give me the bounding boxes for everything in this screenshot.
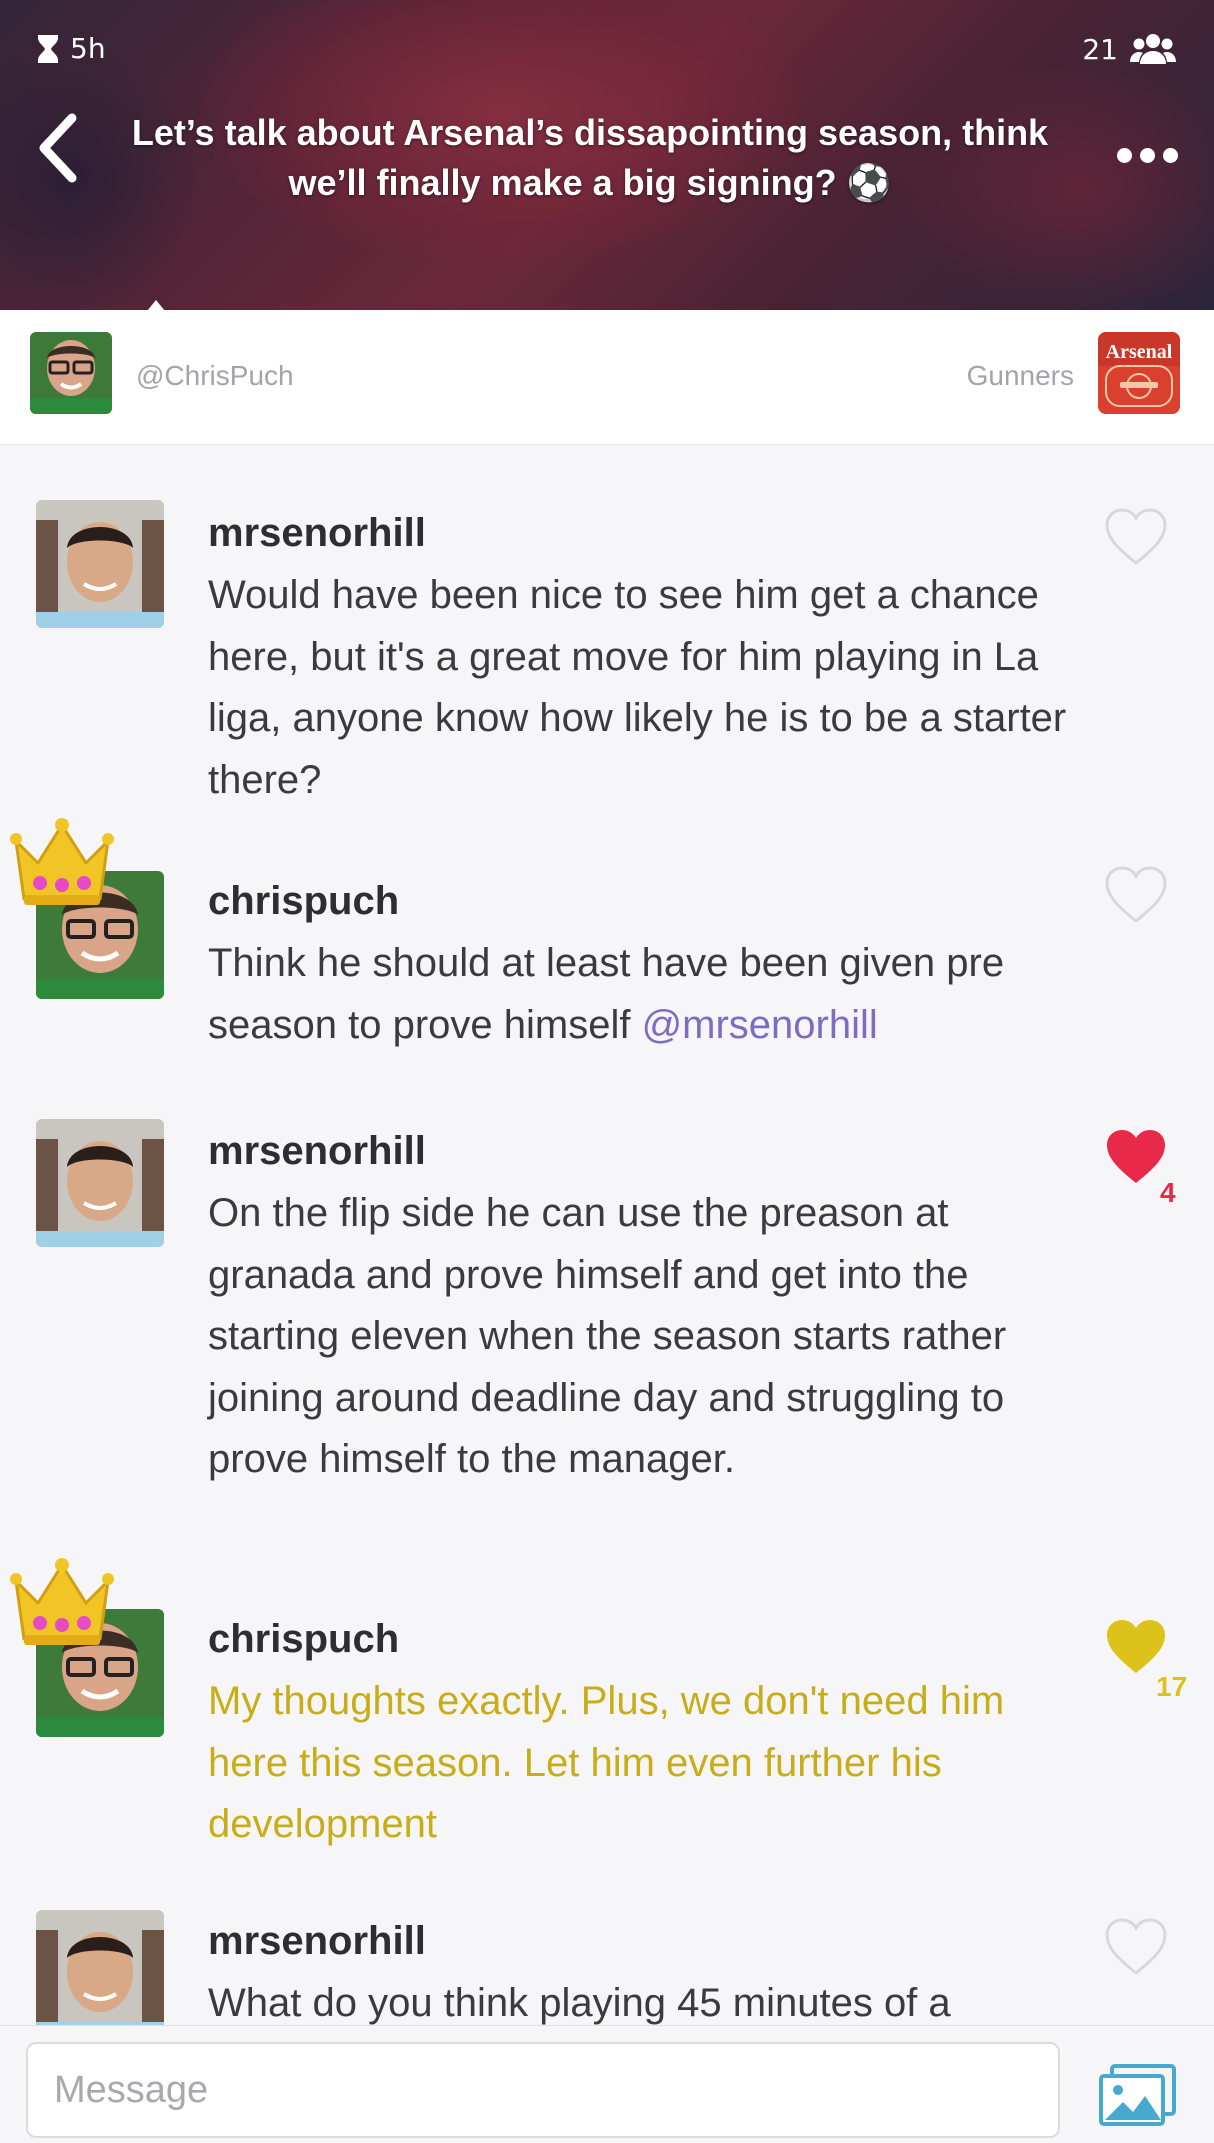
heart-icon[interactable] [1104,507,1168,567]
heart-icon[interactable] [1104,1917,1168,1977]
message-text-body: Think he should at least have been given… [208,941,1005,1047]
message-username[interactable]: mrsenorhill [208,1129,426,1174]
message-composer [0,2025,1214,2143]
chat-header: 5h 21 Let’s talk about Arsenal’s dissapo… [0,0,1214,310]
time-remaining: 5h [36,32,106,65]
group-info-bar: @ChrisPuch Gunners Arsenal [0,310,1214,445]
avatar[interactable] [36,1910,164,2025]
message-text: Think he should at least have been given… [208,933,1078,1056]
message-text: On the flip side he can use the preason … [208,1191,1007,1481]
message-username[interactable]: chrispuch [208,1617,399,1662]
heart-icon[interactable] [1104,865,1168,925]
member-count[interactable]: 21 [1082,32,1176,66]
group-badge-label: Arsenal [1106,341,1173,363]
message-input[interactable] [26,2042,1060,2138]
hourglass-icon [38,34,58,63]
mention-link[interactable]: @mrsenorhill [642,1003,878,1047]
message-username[interactable]: mrsenorhill [208,511,426,556]
message-feed[interactable]: mrsenorhill Would have been nice to see … [0,445,1214,2025]
crown-icon [10,818,114,905]
heart-filled-icon[interactable] [1104,1617,1168,1677]
group-name[interactable]: Gunners [967,360,1074,392]
image-upload-icon[interactable] [1098,2062,1178,2128]
group-badge[interactable]: Arsenal [1098,332,1180,414]
chat-title: Let’s talk about Arsenal’s dissapointing… [131,112,1049,203]
back-button[interactable] [30,108,90,188]
message-text: Would have been nice to see him get a ch… [208,573,1067,802]
group-icon [1130,34,1176,64]
like-count: 17 [1156,1671,1188,1702]
member-count-label: 21 [1082,32,1118,66]
message-text: My thoughts exactly. Plus, we don't need… [208,1679,1005,1846]
crown-icon [10,1558,114,1645]
creator-avatar[interactable] [30,332,112,414]
heart-filled-icon[interactable] [1104,1127,1168,1187]
avatar[interactable] [36,500,164,628]
avatar[interactable] [36,1119,164,1247]
creator-handle[interactable]: @ChrisPuch [136,360,294,392]
time-remaining-label: 5h [70,32,106,65]
message-username[interactable]: chrispuch [208,879,399,924]
message-username[interactable]: mrsenorhill [208,1919,426,1964]
more-options-button[interactable] [1117,148,1178,163]
like-count: 4 [1160,1177,1176,1208]
message-text: What do you think playing 45 minutes of … [208,1981,951,2025]
